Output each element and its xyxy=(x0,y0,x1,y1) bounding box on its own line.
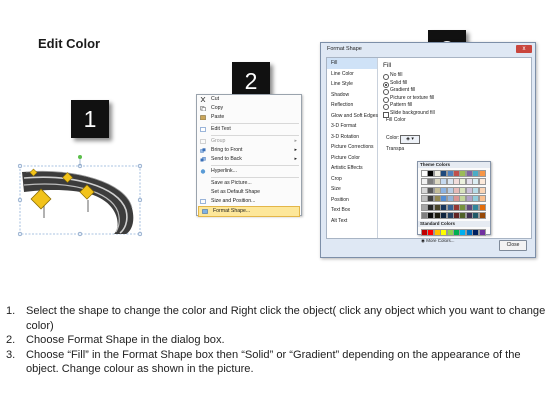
radio-no-fill[interactable]: No fill xyxy=(383,72,528,80)
menu-item-set-default-shape[interactable]: Set as Default Shape xyxy=(197,188,301,197)
submenu-arrow-icon: ▸ xyxy=(294,147,297,153)
color-swatch[interactable] xyxy=(478,178,486,186)
radio-solid-fill[interactable]: Solid fill xyxy=(383,80,528,88)
theme-color-grid xyxy=(418,168,490,221)
chevron-down-icon: ▾ xyxy=(411,136,414,142)
menu-item-group[interactable]: Group ▸ xyxy=(197,137,301,146)
close-button[interactable]: Close xyxy=(499,240,527,251)
paste-icon xyxy=(200,115,206,121)
color-swatch[interactable] xyxy=(478,186,486,194)
nav-item-artistic-effects[interactable]: Artistic Effects xyxy=(327,163,377,174)
fill-color-label: Fill Color xyxy=(386,117,406,123)
page-title: Edit Color xyxy=(38,36,101,51)
transparency-label: Transpa xyxy=(386,146,405,152)
menu-item-hyperlink[interactable]: Hyperlink... xyxy=(197,167,301,176)
radio-picture-fill[interactable]: Picture or texture fill xyxy=(383,95,528,103)
nav-item-line-style[interactable]: Line Style xyxy=(327,79,377,90)
hyperlink-icon xyxy=(200,169,206,174)
submenu-arrow-icon: ▸ xyxy=(294,156,297,162)
dialog-title: Format Shape xyxy=(327,46,362,52)
submenu-arrow-icon: ▸ xyxy=(294,138,297,144)
size-icon xyxy=(200,199,206,204)
menu-item-format-shape[interactable]: Format Shape... xyxy=(198,206,300,217)
nav-item-fill[interactable]: Fill xyxy=(327,58,377,69)
color-swatch[interactable] xyxy=(478,170,486,177)
menu-item-save-as-picture[interactable]: Save as Picture... xyxy=(197,179,301,188)
nav-item-line-color[interactable]: Line Color xyxy=(327,69,377,80)
instruction-step: 1. Select the shape to change the color a… xyxy=(6,305,546,332)
nav-item-shadow[interactable]: Shadow xyxy=(327,90,377,101)
dialog-nav: Fill Line Color Line Style Shadow Reflec… xyxy=(327,58,378,238)
radio-pattern-fill[interactable]: Pattern fill xyxy=(383,102,528,110)
group-icon xyxy=(200,139,206,144)
context-menu: Cut Copy Paste Edit Text Group ▸ Bring to… xyxy=(196,94,302,217)
palette-icon: ◉ xyxy=(421,237,425,243)
sign-diamond-large xyxy=(30,188,52,218)
color-swatch[interactable] xyxy=(478,195,486,203)
format-shape-icon xyxy=(202,209,208,214)
color-dropdown-button[interactable]: ◈ ▾ xyxy=(400,135,420,144)
menu-item-send-to-back[interactable]: Send to Back ▸ xyxy=(197,155,301,164)
color-label: Color: xyxy=(386,135,400,141)
instruction-step: 3. Choose “Fill” in the Format Shape box … xyxy=(6,348,521,376)
nav-item-glow[interactable]: Glow and Soft Edges xyxy=(327,111,378,122)
checkbox-slide-background-fill[interactable]: Slide background fill xyxy=(383,110,528,118)
copy-icon xyxy=(200,106,206,112)
step-badge-1: 1 xyxy=(71,100,109,138)
color-palette: Theme Colors Standard Colors ◉ More Colo… xyxy=(417,161,491,243)
menu-item-bring-to-front[interactable]: Bring to Front ▸ xyxy=(197,146,301,155)
edit-text-icon xyxy=(200,127,206,132)
close-icon[interactable]: x xyxy=(516,45,532,53)
bring-front-icon xyxy=(200,148,206,153)
scissors-icon xyxy=(200,96,206,103)
menu-item-paste[interactable]: Paste xyxy=(197,113,301,122)
more-colors-link[interactable]: ◉ More Colors... xyxy=(418,238,490,244)
nav-item-3d-format[interactable]: 3-D Format xyxy=(327,121,377,132)
nav-item-picture-corrections[interactable]: Picture Corrections xyxy=(327,142,377,153)
nav-item-reflection[interactable]: Reflection xyxy=(327,100,377,111)
nav-item-crop[interactable]: Crop xyxy=(327,174,377,185)
color-swatch[interactable] xyxy=(478,203,486,211)
nav-item-size[interactable]: Size xyxy=(327,184,377,195)
radio-gradient-fill[interactable]: Gradient fill xyxy=(383,87,528,95)
color-swatch[interactable] xyxy=(478,228,486,236)
nav-item-text-box[interactable]: Text Box xyxy=(327,205,377,216)
nav-item-alt-text[interactable]: Alt Text xyxy=(327,216,377,227)
menu-item-cut[interactable]: Cut xyxy=(197,95,301,104)
nav-item-position[interactable]: Position xyxy=(327,195,377,206)
nav-item-3d-rotation[interactable]: 3-D Rotation xyxy=(327,132,377,143)
format-shape-dialog: Format Shape x Fill Line Color Line Styl… xyxy=(320,42,536,258)
menu-item-edit-text[interactable]: Edit Text xyxy=(197,125,301,134)
instruction-step: 2. Choose Format Shape in the dialog box. xyxy=(6,334,225,347)
paint-bucket-icon: ◈ xyxy=(406,136,410,142)
standard-color-grid xyxy=(418,227,490,238)
road-shape[interactable] xyxy=(14,152,144,240)
color-swatch[interactable] xyxy=(478,211,486,219)
menu-item-copy[interactable]: Copy xyxy=(197,104,301,113)
instructions: 1. Select the shape to change the color a… xyxy=(6,304,554,377)
nav-item-picture-color[interactable]: Picture Color xyxy=(327,153,377,164)
send-back-icon xyxy=(200,157,206,162)
menu-item-size-and-position[interactable]: Size and Position... xyxy=(197,197,301,206)
pane-heading: Fill xyxy=(383,62,392,69)
